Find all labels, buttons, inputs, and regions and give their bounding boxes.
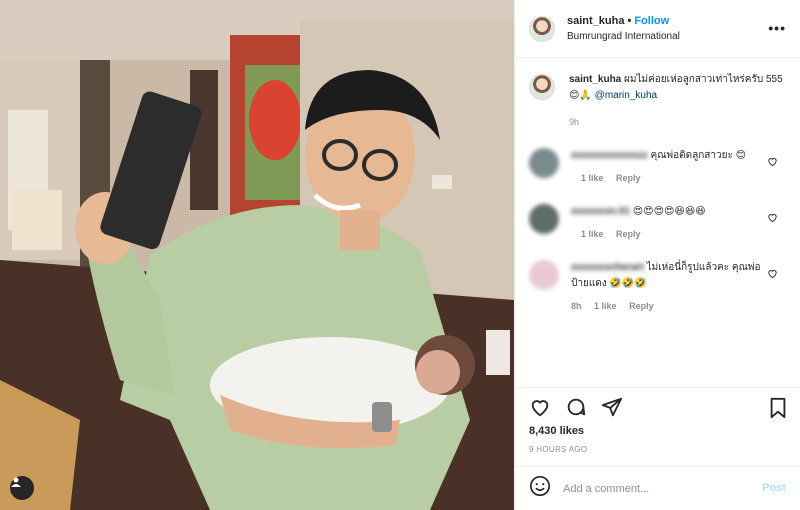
emoji-icon[interactable]: [529, 475, 551, 502]
post-photo[interactable]: [0, 0, 514, 510]
instagram-post-modal: saint_kuha • Follow Bumrungrad Internation…: [0, 0, 800, 510]
separator-dot: •: [627, 14, 632, 27]
comment-username[interactable]: xxxxxxxn.51: [571, 206, 630, 217]
comment-composer: Post: [515, 466, 800, 510]
post-header: saint_kuha • Follow Bumrungrad Internation…: [515, 0, 800, 58]
more-options-icon[interactable]: •••: [768, 20, 786, 36]
bookmark-icon[interactable]: [768, 397, 788, 424]
comment-body: xxxxxxxxxxxxzz คุณพ่อติดลูกสาวยะ 😊 1 lik…: [571, 148, 767, 186]
follow-button[interactable]: Follow: [634, 15, 669, 27]
comment-avatar[interactable]: [529, 148, 559, 178]
comment-meta: 8h 1 like Reply: [571, 298, 767, 314]
comment-avatar[interactable]: [529, 204, 559, 234]
caption-mention[interactable]: @marin_kuha: [595, 90, 657, 101]
post-actions-bar: [515, 387, 800, 425]
comment-item: xxxxxxxn.51 😍😍😍😍😆😆😆 1 like Reply: [529, 204, 786, 242]
comment-body: xxxxxxxcherart ไม่เห่อนี่ก็รูปแล้วคะ คุณ…: [571, 260, 767, 314]
caption-time: 9h: [569, 117, 580, 127]
comment-reply-button[interactable]: Reply: [616, 173, 641, 183]
comment-body: xxxxxxxn.51 😍😍😍😍😆😆😆 1 like Reply: [571, 204, 767, 242]
post-age: 9 HOURS AGO: [529, 445, 588, 454]
comment-avatar[interactable]: [529, 260, 559, 290]
comment-input[interactable]: [563, 482, 743, 495]
comment-icon[interactable]: [565, 396, 587, 418]
author-info: saint_kuha • Follow Bumrungrad Internation…: [567, 14, 680, 44]
caption-username[interactable]: saint_kuha: [569, 74, 621, 85]
photo-illustration: [0, 0, 514, 510]
comment-like-heart-icon[interactable]: [767, 156, 778, 167]
caption-body: saint_kuha ผมไม่ค่อยเห่อลูกสาวเท่าไหร่คร…: [569, 72, 786, 130]
author-avatar[interactable]: [529, 15, 555, 42]
comment-text: คุณพ่อติดลูกสาวยะ 😊: [650, 150, 747, 161]
comment-item: xxxxxxxxxxxxzz คุณพ่อติดลูกสาวยะ 😊 1 lik…: [529, 148, 786, 186]
comment-likes[interactable]: 1 like: [581, 173, 604, 183]
comment-meta: 1 like Reply: [571, 226, 767, 242]
comment-like-heart-icon[interactable]: [767, 268, 778, 279]
comment-reply-button[interactable]: Reply: [629, 301, 654, 311]
comment-likes[interactable]: 1 like: [581, 229, 604, 239]
comments-list: saint_kuha ผมไม่ค่อยเห่อลูกสาวเท่าไหร่คร…: [515, 58, 800, 387]
user-icon: [11, 477, 21, 487]
comment-username[interactable]: xxxxxxxcherart: [571, 262, 644, 273]
post-comment-button[interactable]: Post: [762, 482, 786, 494]
comment-time: 8h: [571, 301, 582, 311]
author-username[interactable]: saint_kuha: [567, 15, 624, 27]
share-icon[interactable]: [601, 396, 623, 418]
post-location[interactable]: Bumrungrad International: [567, 29, 680, 44]
heart-icon[interactable]: [529, 396, 551, 418]
caption-avatar[interactable]: [529, 74, 555, 100]
comment-text: 😍😍😍😍😆😆😆: [632, 206, 706, 217]
comment-username[interactable]: xxxxxxxxxxxxzz: [571, 150, 648, 161]
tagged-users-button[interactable]: [10, 476, 34, 500]
comment-like-heart-icon[interactable]: [767, 212, 778, 223]
likes-count[interactable]: 8,430 likes: [515, 425, 800, 437]
post-side-panel: saint_kuha • Follow Bumrungrad Internation…: [514, 0, 800, 510]
author-line: saint_kuha • Follow: [567, 14, 680, 29]
post-caption: saint_kuha ผมไม่ค่อยเห่อลูกสาวเท่าไหร่คร…: [529, 72, 786, 130]
comment-item: xxxxxxxcherart ไม่เห่อนี่ก็รูปแล้วคะ คุณ…: [529, 260, 786, 314]
comment-meta: 1 like Reply: [571, 170, 767, 186]
comment-reply-button[interactable]: Reply: [616, 229, 641, 239]
comment-likes[interactable]: 1 like: [594, 301, 617, 311]
